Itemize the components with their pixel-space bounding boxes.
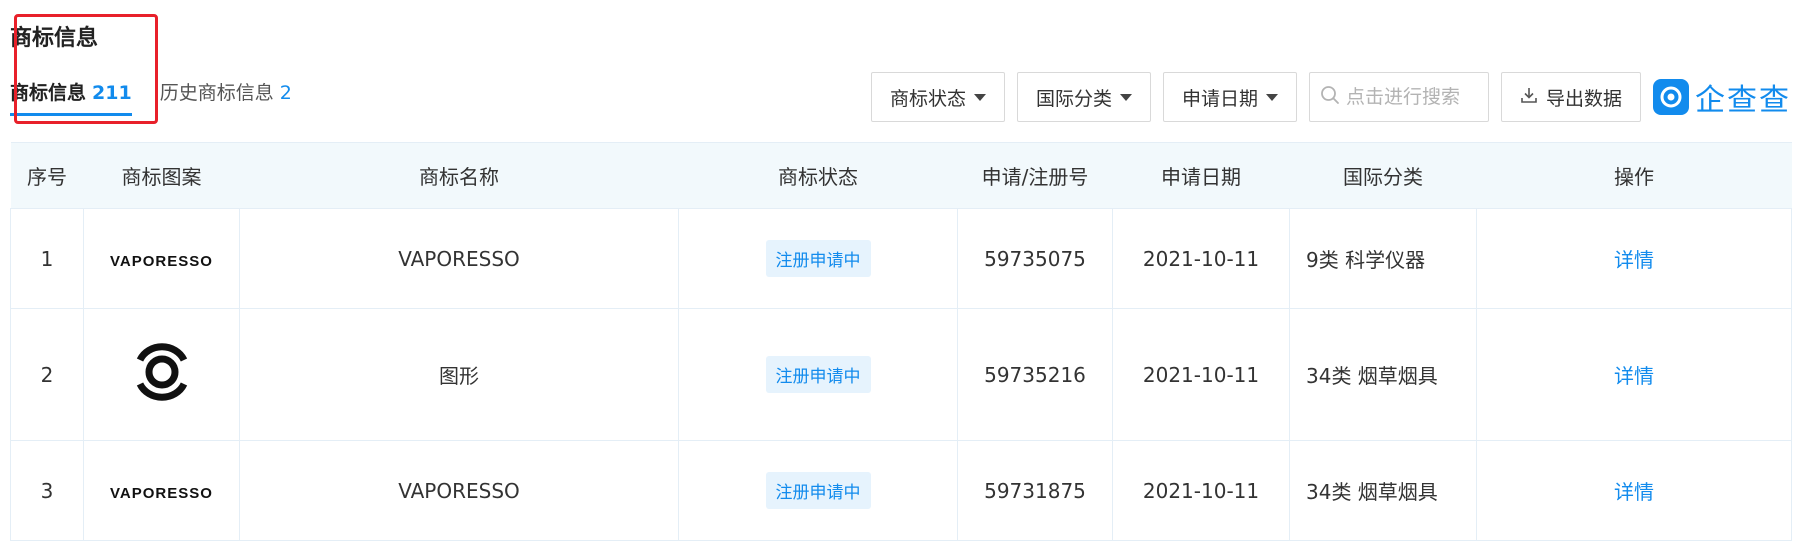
detail-link[interactable]: 详情 bbox=[1614, 480, 1654, 504]
table-row: 3 VAPORESSO VAPORESSO 注册申请中 59731875 202… bbox=[10, 440, 1792, 541]
vaporesso-logo-text: VAPORESSO bbox=[110, 484, 213, 502]
column-header: 商标状态 bbox=[678, 142, 958, 209]
export-data-button[interactable]: 导出数据 bbox=[1500, 72, 1641, 122]
page-title: 商标信息 bbox=[10, 26, 99, 51]
trademark-logo: VAPORESSO bbox=[83, 440, 240, 541]
trademark-status-cell: 注册申请中 bbox=[678, 308, 958, 441]
international-class: 34类 烟草烟具 bbox=[1289, 440, 1477, 541]
class-filter-dropdown[interactable]: 国际分类 bbox=[1016, 72, 1151, 122]
qichacha-logo: 企查查 bbox=[1653, 75, 1791, 119]
column-header: 商标名称 bbox=[239, 142, 679, 209]
tab-trademark-info[interactable]: 商标信息 211 bbox=[10, 78, 132, 116]
vaporesso-logo-text: VAPORESSO bbox=[110, 252, 213, 270]
export-label: 导出数据 bbox=[1545, 87, 1622, 110]
status-badge: 注册申请中 bbox=[765, 356, 871, 393]
registration-number: 59731875 bbox=[957, 440, 1113, 541]
registration-number: 59735216 bbox=[957, 308, 1113, 441]
status-badge: 注册申请中 bbox=[765, 240, 871, 277]
row-index: 1 bbox=[10, 208, 84, 309]
international-class: 34类 烟草烟具 bbox=[1289, 308, 1477, 441]
application-date: 2021-10-11 bbox=[1112, 440, 1290, 541]
table-row: 1 VAPORESSO VAPORESSO 注册申请中 59735075 202… bbox=[10, 208, 1792, 309]
column-header: 序号 bbox=[10, 142, 84, 209]
action-cell: 详情 bbox=[1476, 308, 1792, 441]
column-header: 商标图案 bbox=[83, 142, 240, 209]
row-index: 2 bbox=[10, 308, 84, 441]
column-header: 操作 bbox=[1476, 142, 1792, 209]
caret-down-icon bbox=[1265, 93, 1278, 101]
trademark-name: 图形 bbox=[239, 308, 679, 441]
trademark-name: VAPORESSO bbox=[239, 208, 679, 309]
detail-link[interactable]: 详情 bbox=[1614, 364, 1654, 388]
row-index: 3 bbox=[10, 440, 84, 541]
search-input[interactable] bbox=[1345, 86, 1482, 108]
caret-down-icon bbox=[973, 93, 986, 101]
tab-label: 商标信息 bbox=[10, 82, 87, 104]
trademark-status-cell: 注册申请中 bbox=[678, 208, 958, 309]
tab-bar: 商标信息 211 历史商标信息 2 bbox=[10, 78, 292, 116]
toolbar: 商标状态 国际分类 申请日期 导出数据 企查查 bbox=[870, 72, 1791, 122]
application-date: 2021-10-11 bbox=[1112, 208, 1290, 309]
brand-mark-icon bbox=[1653, 79, 1689, 115]
table-row: 2 图形 注册申请中 59735216 2021-10-11 34类 烟草烟具 … bbox=[10, 308, 1792, 441]
column-header: 申请日期 bbox=[1112, 142, 1290, 209]
trademark-status-cell: 注册申请中 bbox=[678, 440, 958, 541]
date-filter-dropdown[interactable]: 申请日期 bbox=[1162, 72, 1297, 122]
tab-history-trademark-info[interactable]: 历史商标信息 2 bbox=[160, 78, 292, 116]
tab-count: 2 bbox=[279, 82, 292, 104]
trademark-logo: VAPORESSO bbox=[83, 208, 240, 309]
international-class: 9类 科学仪器 bbox=[1289, 208, 1477, 309]
tab-label: 历史商标信息 bbox=[159, 82, 274, 104]
search-box bbox=[1308, 72, 1489, 122]
application-date: 2021-10-11 bbox=[1112, 308, 1290, 441]
column-header: 申请/注册号 bbox=[957, 142, 1113, 209]
trademark-logo bbox=[83, 308, 240, 441]
tab-count: 211 bbox=[92, 82, 132, 104]
status-filter-dropdown[interactable]: 商标状态 bbox=[870, 72, 1005, 122]
caret-down-icon bbox=[1119, 93, 1132, 101]
date-filter-label: 申请日期 bbox=[1181, 87, 1258, 110]
action-cell: 详情 bbox=[1476, 440, 1792, 541]
search-icon bbox=[1320, 85, 1340, 109]
status-filter-label: 商标状态 bbox=[889, 87, 966, 110]
trademark-table: 序号 商标图案 商标名称 商标状态 申请/注册号 申请日期 国际分类 操作 1 … bbox=[10, 142, 1792, 541]
ring-logo-icon bbox=[132, 343, 192, 413]
class-filter-label: 国际分类 bbox=[1035, 87, 1112, 110]
trademark-name: VAPORESSO bbox=[239, 440, 679, 541]
registration-number: 59735075 bbox=[957, 208, 1113, 309]
detail-link[interactable]: 详情 bbox=[1614, 248, 1654, 272]
column-header: 国际分类 bbox=[1289, 142, 1477, 209]
action-cell: 详情 bbox=[1476, 208, 1792, 309]
table-header-row: 序号 商标图案 商标名称 商标状态 申请/注册号 申请日期 国际分类 操作 bbox=[10, 142, 1792, 209]
download-icon bbox=[1520, 86, 1538, 109]
brand-text: 企查查 bbox=[1695, 83, 1791, 118]
status-badge: 注册申请中 bbox=[765, 472, 871, 509]
